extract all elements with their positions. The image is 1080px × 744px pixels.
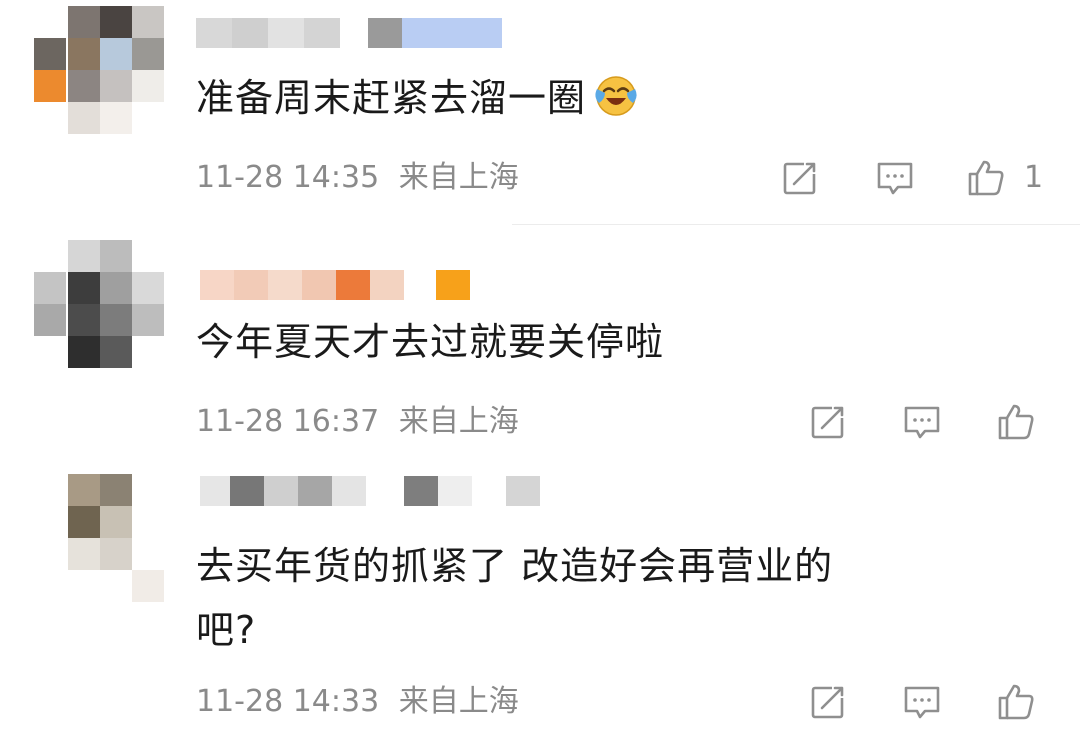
comment-item: 去买年货的抓紧了 改造好会再营业的 吧? 11-28 14:33 来自上海 [0, 460, 1080, 744]
comment-location: 来自上海 [398, 684, 519, 719]
avatar[interactable] [34, 6, 164, 136]
like-button[interactable] [996, 682, 1036, 722]
comment-location: 来自上海 [398, 404, 519, 439]
like-button[interactable] [966, 158, 1006, 198]
comment-button[interactable] [902, 402, 942, 442]
comment-location: 来自上海 [398, 160, 519, 195]
share-button[interactable] [780, 158, 820, 198]
share-edit-icon [811, 686, 844, 719]
comment-text-content: 准备周末赶紧去溜一圈 [196, 76, 587, 120]
comment-icon [904, 406, 940, 439]
share-button[interactable] [808, 682, 848, 722]
laughing-crying-emoji-icon [595, 76, 637, 116]
thumbs-up-icon [998, 684, 1034, 720]
like-count: 1 [1024, 160, 1044, 195]
comment-icon [904, 686, 940, 719]
avatar[interactable] [34, 240, 164, 370]
thumbs-up-icon [968, 160, 1004, 196]
avatar[interactable] [34, 474, 164, 604]
comment-time: 11-28 14:35 [196, 160, 380, 195]
comment-meta: 11-28 16:37 来自上海 [196, 402, 519, 442]
comment-text: 今年夏天才去过就要关停啦 [196, 320, 665, 364]
comment-meta: 11-28 14:35 来自上海 [196, 158, 519, 198]
comment-button[interactable] [902, 682, 942, 722]
comment-button[interactable] [875, 158, 915, 198]
comment-text-line: 去买年货的抓紧了 改造好会再营业的 [196, 544, 834, 588]
divider [512, 224, 1080, 225]
comment-icon [877, 162, 913, 195]
comment-time: 11-28 16:37 [196, 404, 380, 439]
thumbs-up-icon [998, 404, 1034, 440]
like-button[interactable] [996, 402, 1036, 442]
share-edit-icon [783, 162, 816, 195]
comment-meta: 11-28 14:33 来自上海 [196, 682, 519, 722]
comment-text-line: 吧? [196, 608, 257, 652]
comment-item: 今年夏天才去过就要关停啦 11-28 16:37 来自上海 [0, 230, 1080, 460]
comment-time: 11-28 14:33 [196, 684, 380, 719]
comment-text: 去买年货的抓紧了 改造好会再营业的 吧? [196, 534, 1016, 662]
share-button[interactable] [808, 402, 848, 442]
comment-item: 准备周末赶紧去溜一圈 11-28 14:35 来自上海 1 [0, 0, 1080, 230]
share-edit-icon [811, 406, 844, 439]
comment-text: 准备周末赶紧去溜一圈 [196, 66, 1016, 130]
